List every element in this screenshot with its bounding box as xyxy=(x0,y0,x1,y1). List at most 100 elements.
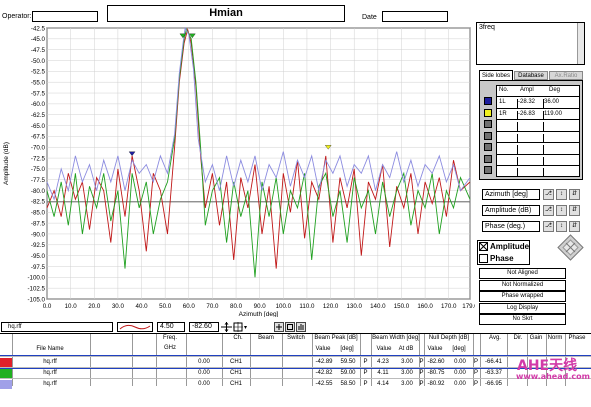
axis-control-field[interactable]: Azimuth [deg] xyxy=(482,189,540,200)
date-field[interactable] xyxy=(382,11,448,22)
x-tick-label: 40.0 xyxy=(136,303,149,310)
axis-lock-icon[interactable]: ⎇ xyxy=(543,205,554,216)
col-header-ampl: Ampl xyxy=(520,87,534,93)
sidelobe-row[interactable] xyxy=(497,119,579,131)
axis-scale-x-icon[interactable]: ↕ xyxy=(556,221,567,232)
axis-control-label: Azimuth [deg] xyxy=(485,191,528,198)
sidelobe-color-swatch[interactable] xyxy=(484,166,492,174)
sidelobe-color-swatch[interactable] xyxy=(484,143,492,151)
watermark-url: www.ahead.com xyxy=(516,372,590,381)
operator-field[interactable] xyxy=(32,11,98,22)
results-sub-header: At dB xyxy=(398,346,414,352)
results-cell-file: hq.rff xyxy=(43,381,57,387)
y-tick-label: -92.5 xyxy=(31,242,46,249)
x-tick-label: 110.0 xyxy=(299,303,315,310)
y-tick-label: -97.5 xyxy=(31,264,46,271)
sidelobe-color-swatch[interactable] xyxy=(484,131,492,140)
sidelobe-color-swatch[interactable] xyxy=(484,108,492,117)
side-button-not-normalized[interactable]: Not Normalized xyxy=(479,279,566,291)
results-sub-header: GHz xyxy=(164,345,176,351)
zoom-tool-icon[interactable] xyxy=(274,322,284,332)
sidelobe-deg-cell xyxy=(543,168,569,177)
x-tick-label: 50.0 xyxy=(159,303,172,310)
results-col-header: Dir. xyxy=(513,335,523,341)
page-title-box: Hmian xyxy=(107,5,345,22)
sidelobe-row[interactable] xyxy=(497,153,579,166)
phase-label: Phase xyxy=(490,254,514,263)
results-col-header: Switch xyxy=(287,335,305,341)
axis-scale-x-icon[interactable]: ↕ xyxy=(556,205,567,216)
axis-control-field[interactable]: Amplitude (dB) xyxy=(482,205,540,216)
x-tick-label: 130.0 xyxy=(346,303,362,310)
operator-label: Operator: xyxy=(2,13,32,20)
results-col-header: Beam Peak [dB] xyxy=(314,335,358,341)
y-tick-label: -47.5 xyxy=(31,47,46,54)
tab-ax-ratio[interactable]: Ax.Ratio xyxy=(549,71,583,80)
axis-lock-icon[interactable]: ⎇ xyxy=(543,189,554,200)
y-tick-label: -72.5 xyxy=(31,155,46,162)
notes-box[interactable]: 3freq xyxy=(476,22,585,65)
results-col-header: Beam Width [deg] xyxy=(372,335,420,341)
tab-database[interactable]: Database xyxy=(514,71,548,80)
y-tick-label: -57.5 xyxy=(31,90,46,97)
results-sub-header: [deg] xyxy=(340,346,354,352)
sidelobe-row[interactable] xyxy=(497,142,579,154)
results-sub-header: Value xyxy=(376,346,392,352)
axis-scale-x-icon[interactable]: ↕ xyxy=(556,189,567,200)
axis-scale-y-icon[interactable]: ⇵ xyxy=(569,205,580,216)
tab-side-lobes[interactable]: Side lobes xyxy=(479,70,513,80)
sidelobe-row[interactable] xyxy=(497,165,579,177)
results-col-header: Norm xyxy=(547,335,563,341)
pan-tool-icon[interactable] xyxy=(285,322,295,332)
y-tick-label: -62.5 xyxy=(31,112,46,119)
y-tick-label: -67.5 xyxy=(31,134,46,141)
crosshair-icon[interactable] xyxy=(233,322,247,332)
y-tick-label: -87.5 xyxy=(31,220,46,227)
sidelobe-row[interactable]: 1L -28.32 36.00 xyxy=(497,96,579,108)
y-tick-label: -102.5 xyxy=(27,285,45,292)
row-color-swatch[interactable] xyxy=(0,358,12,367)
x-tick-label: 60.0 xyxy=(183,303,196,310)
results-sub-header: Value xyxy=(427,346,443,352)
sidelobe-row[interactable]: 1R -26.83 119.00 xyxy=(497,107,579,120)
cursor-move-icon[interactable] xyxy=(221,322,232,332)
amplitude-checkbox[interactable] xyxy=(479,242,488,251)
value2-field[interactable]: -82.60 xyxy=(189,322,219,332)
sidelobe-color-swatch[interactable] xyxy=(484,154,492,163)
results-row[interactable]: hq.rff 0.00 CH1 -42.55 58.50 P 4.14 3.00 P -80.92… xyxy=(0,378,591,390)
phase-checkbox[interactable] xyxy=(479,254,488,263)
sidelobe-color-swatch[interactable] xyxy=(484,97,492,105)
side-button-no-skrt[interactable]: No Skrt xyxy=(479,314,566,325)
results-cell-ch: CH1 xyxy=(229,381,242,387)
notes-text: 3freq xyxy=(479,24,495,31)
x-tick-label: 150.0 xyxy=(394,303,410,310)
sidelobe-color-swatch[interactable] xyxy=(484,120,492,128)
x-tick-label: 0.0 xyxy=(43,303,52,310)
axis-lock-icon[interactable]: ⎇ xyxy=(543,221,554,232)
axis-scale-y-icon[interactable]: ⇵ xyxy=(569,221,580,232)
x-tick-label: 10.0 xyxy=(65,303,78,310)
side-button-log-display[interactable]: Log Display xyxy=(479,302,566,314)
axis-scale-y-icon[interactable]: ⇵ xyxy=(569,189,580,200)
hand-tool-icon[interactable] xyxy=(296,322,306,332)
axis-control-field[interactable]: Phase (deg.) xyxy=(482,221,540,232)
amplitude-label: Amplitude xyxy=(490,242,530,251)
side-button-not-aligned[interactable]: Not Aligned xyxy=(479,268,566,279)
results-col-header: Ch. xyxy=(233,335,243,341)
row-color-swatch[interactable] xyxy=(0,380,12,389)
row-color-swatch[interactable] xyxy=(0,369,12,378)
y-tick-label: -52.5 xyxy=(31,69,46,76)
notes-scrollbar[interactable] xyxy=(577,23,584,64)
navigation-diamond-icon[interactable] xyxy=(557,234,584,261)
file-field[interactable]: hq.rff xyxy=(1,322,113,332)
side-button-phase-wrapped[interactable]: Phase wrapped xyxy=(479,291,566,302)
sidelobe-row[interactable] xyxy=(497,130,579,143)
y-tick-label: -77.5 xyxy=(31,177,46,184)
y-tick-label: -82.5 xyxy=(31,199,46,206)
col-header-deg: Deg xyxy=(549,87,561,93)
results-cell-avg: -66.95 xyxy=(484,381,502,387)
line-style-icon[interactable] xyxy=(117,322,153,332)
col-header-no: No. xyxy=(499,87,509,93)
x-tick-label: 80.0 xyxy=(230,303,243,310)
value1-field[interactable]: 4.50 xyxy=(157,322,185,332)
